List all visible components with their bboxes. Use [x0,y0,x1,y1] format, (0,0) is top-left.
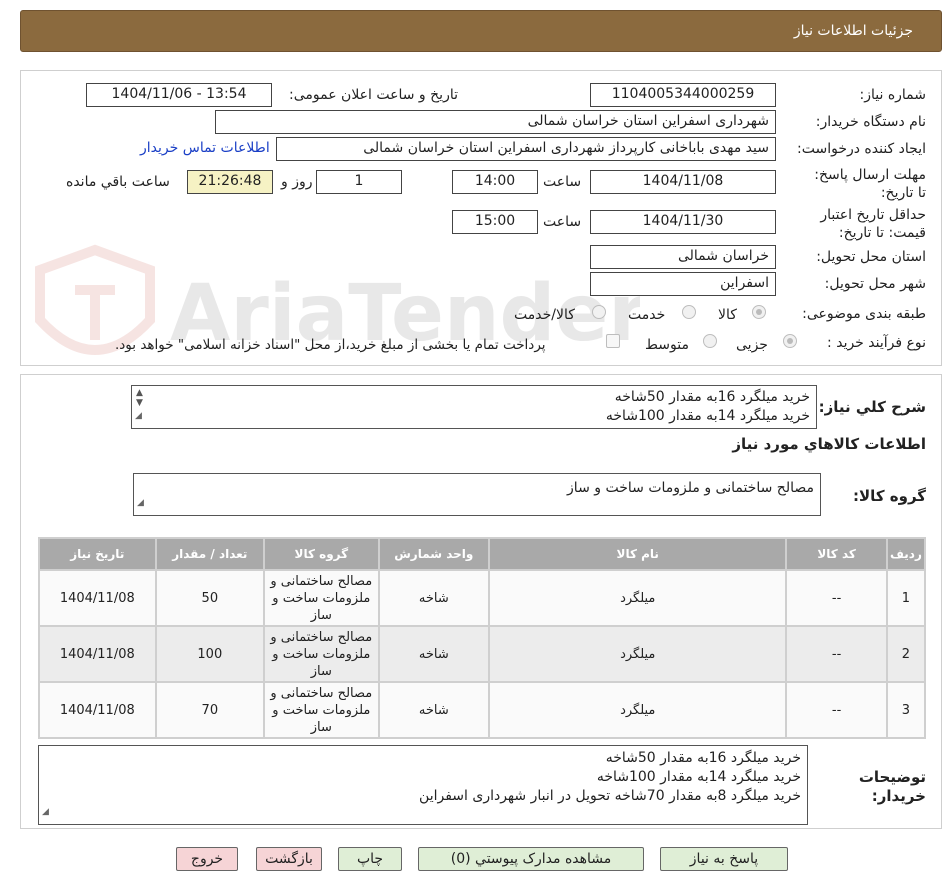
col-row-header: ردیف [887,539,924,569]
buyer-notes-line: خرید میلگرد 8به مقدار 70شاخه تحویل در ان… [419,788,801,804]
table-row: 1 -- میلگرد شاخه مصالح ساختمانی و ملزوما… [40,571,924,625]
resize-grip-icon[interactable]: ◢ [137,494,144,513]
category-goods-service-label: کالا/خدمت [514,307,575,323]
cell-code: -- [787,571,886,625]
attachments-button[interactable]: مشاهده مدارک پیوستي (0) [418,847,644,871]
purchase-partial-radio[interactable] [783,334,797,348]
cell-unit: شاخه [379,627,489,681]
cell-name: میلگرد [490,571,786,625]
category-goods-service-radio[interactable] [592,305,606,319]
province-field: خراسان شمالی [590,245,776,269]
reply-deadline-label: مهلت ارسال پاسخ: تا تاریخ: [814,167,926,201]
table-row: 2 -- میلگرد شاخه مصالح ساختمانی و ملزوما… [40,627,924,681]
goods-info-heading: اطلاعات کالاهاي مورد نياز [732,435,926,453]
cell-qty: 70 [156,683,264,737]
cell-code: -- [787,627,886,681]
page-title: جزئیات اطلاعات نیاز [793,23,913,39]
category-label: طبقه بندی موضوعی: [802,306,926,322]
buyer-org-label: نام دستگاه خریدار: [815,114,926,130]
validity-hour-label: ساعت [543,214,582,230]
announce-datetime-label: تاریخ و ساعت اعلان عمومی: [289,87,458,103]
need-number-field: 1104005344000259 [590,83,776,107]
treasury-note: پرداخت تمام یا بخشی از مبلغ خرید،از محل … [115,337,546,353]
reply-hour-label: ساعت [543,174,582,190]
print-button[interactable]: چاپ [338,847,402,871]
validity-date-field: 1404/11/30 [590,210,776,234]
cell-group: مصالح ساختمانی و ملزومات ساخت و ساز [265,683,378,737]
general-desc-line: خرید میلگرد 14به مقدار 100شاخه [605,408,810,424]
validity-time-field: 15:00 [452,210,538,234]
col-code-header: کد کالا [787,539,886,569]
cell-group: مصالح ساختمانی و ملزومات ساخت و ساز [265,627,378,681]
exit-button[interactable]: خروج [176,847,238,871]
col-qty-header: تعداد / مقدار [156,539,264,569]
category-service-radio[interactable] [682,305,696,319]
col-group-header: گروه کالا [265,539,378,569]
col-name-header: نام کالا [490,539,786,569]
buyer-notes-line: خرید میلگرد 16به مقدار 50شاخه [605,750,801,766]
cell-date: 1404/11/08 [40,571,155,625]
remaining-label: ساعت باقي مانده [66,174,170,190]
purchase-medium-label: متوسط [645,337,689,353]
cell-row: 2 [887,627,924,681]
cell-unit: شاخه [379,683,489,737]
resize-grip-icon[interactable]: ◢ [135,407,142,426]
cell-qty: 50 [156,571,264,625]
resize-grip-icon[interactable]: ◢ [42,803,49,822]
category-goods-label: کالا [718,307,737,323]
category-goods-radio[interactable] [752,305,766,319]
general-desc-textarea[interactable]: خرید میلگرد 16به مقدار 50شاخه خرید میلگر… [131,385,817,429]
cell-date: 1404/11/08 [40,683,155,737]
cell-qty: 100 [156,627,264,681]
cell-code: -- [787,683,886,737]
reply-date-field: 1404/11/08 [590,170,776,194]
cell-date: 1404/11/08 [40,627,155,681]
goods-group-value: مصالح ساختمانی و ملزومات ساخت و ساز [567,480,814,496]
category-service-label: خدمت [628,307,666,323]
col-unit-header: واحد شمارش [379,539,489,569]
reply-time-field: 14:00 [452,170,538,194]
city-label: شهر محل تحویل: [824,276,926,292]
remaining-time-field: 21:26:48 [187,170,273,194]
buyer-notes-label: توضیحات خریدار: [858,768,926,805]
scroll-arrows-icon[interactable]: ▲ ▼ [136,388,143,408]
requester-field: سید مهدی باباخانی کارپرداز شهرداری اسفرا… [276,137,776,161]
buyer-notes-line: خرید میلگرد 14به مقدار 100شاخه [596,769,801,785]
items-table: ردیف کد کالا نام کالا واحد شمارش گروه کا… [38,537,926,739]
general-desc-label: شرح کلي نياز: [818,398,926,416]
buyer-notes-textarea[interactable]: خرید میلگرد 16به مقدار 50شاخه خرید میلگر… [38,745,808,825]
buyer-contact-link[interactable]: اطلاعات تماس خریدار [140,140,270,156]
announce-datetime-field: 1404/11/06 - 13:54 [86,83,272,107]
col-date-header: تاریخ نیاز [40,539,155,569]
purchase-medium-radio[interactable] [703,334,717,348]
day-and-label: روز و [281,174,313,190]
purchase-partial-label: جزیی [736,337,768,353]
table-row: 3 -- میلگرد شاخه مصالح ساختمانی و ملزوما… [40,683,924,737]
goods-group-label: گروه کالا: [853,487,926,505]
goods-group-textarea[interactable]: مصالح ساختمانی و ملزومات ساخت و ساز ◢ [133,473,821,516]
back-button[interactable]: بازگشت [256,847,322,871]
purchase-type-label: نوع فرآیند خرید : [827,335,926,351]
cell-group: مصالح ساختمانی و ملزومات ساخت و ساز [265,571,378,625]
title-bar: جزئیات اطلاعات نیاز [20,10,942,52]
general-desc-line: خرید میلگرد 16به مقدار 50شاخه [614,389,810,405]
cell-row: 1 [887,571,924,625]
price-validity-label: حداقل تاريخ اعتبار قیمت: تا تاریخ: [820,207,926,241]
reply-button[interactable]: پاسخ به نیاز [660,847,788,871]
table-header-row: ردیف کد کالا نام کالا واحد شمارش گروه کا… [40,539,924,569]
province-label: استان محل تحویل: [816,249,926,265]
items-table-wrap: ردیف کد کالا نام کالا واحد شمارش گروه کا… [38,537,926,739]
treasury-checkbox[interactable] [606,334,620,348]
city-field: اسفراین [590,272,776,296]
cell-name: میلگرد [490,627,786,681]
need-number-label: شماره نیاز: [859,87,927,103]
buyer-org-field: شهرداری اسفراین استان خراسان شمالی [215,110,776,134]
days-field: 1 [316,170,402,194]
cell-name: میلگرد [490,683,786,737]
cell-row: 3 [887,683,924,737]
cell-unit: شاخه [379,571,489,625]
requester-label: ایجاد کننده درخواست: [797,141,926,157]
